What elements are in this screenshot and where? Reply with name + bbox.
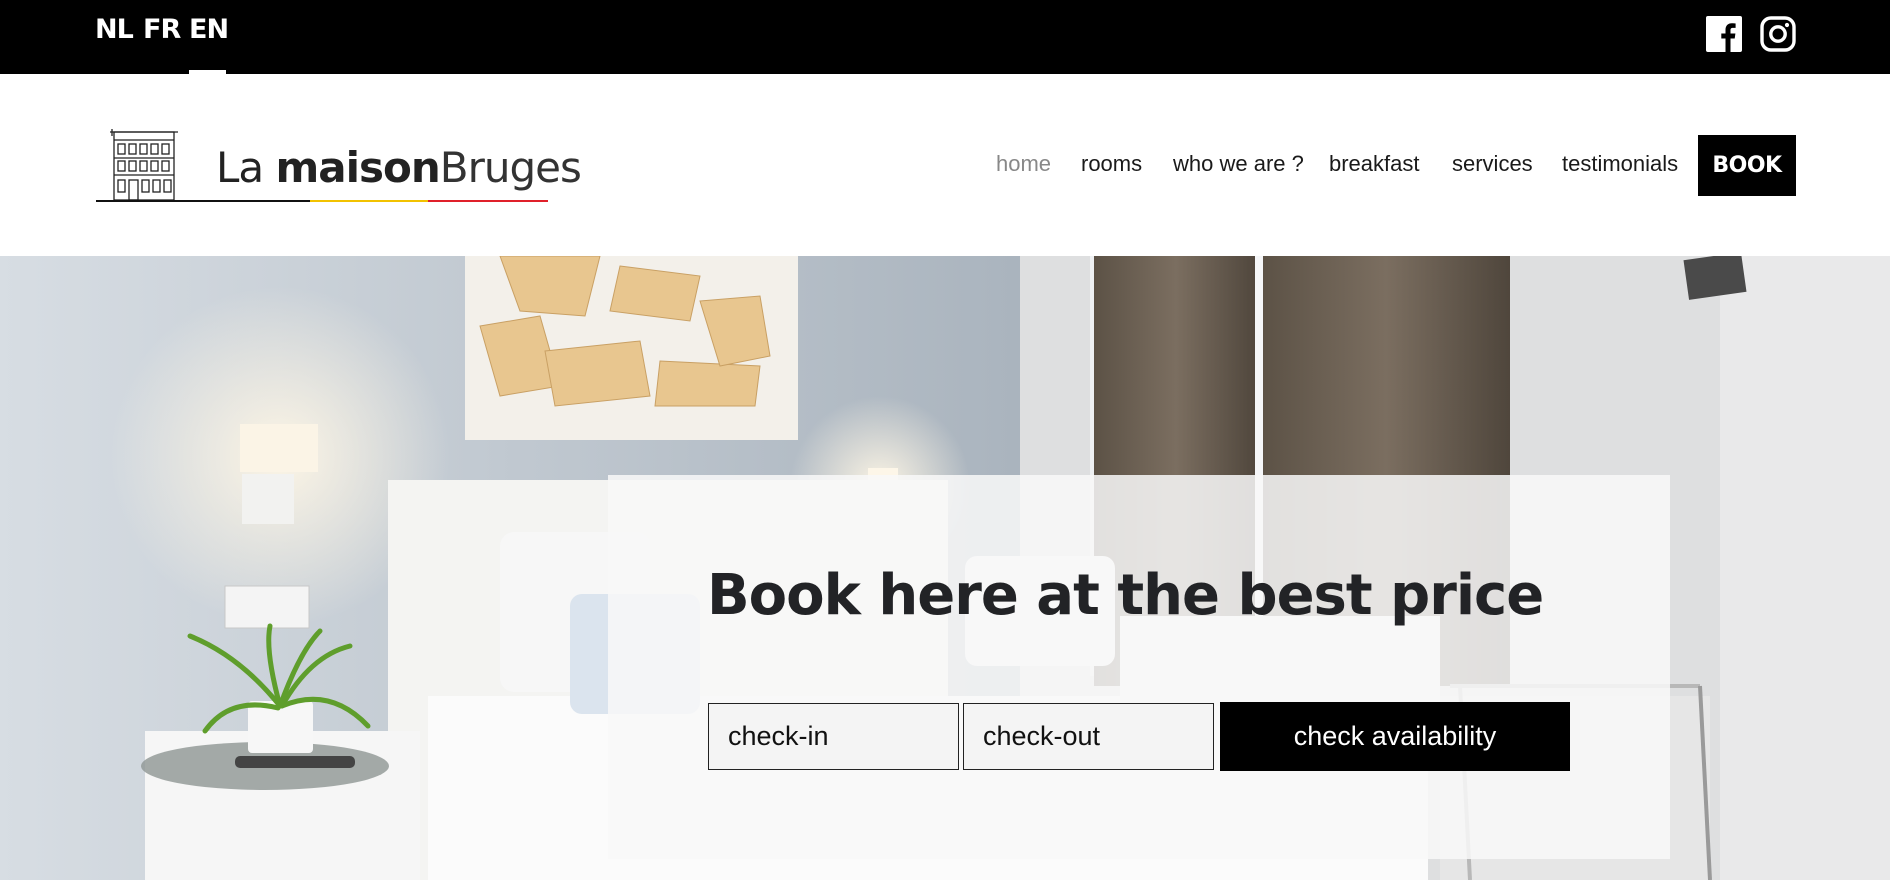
booking-panel [608,475,1670,859]
nav-breakfast[interactable]: breakfast [1329,151,1420,177]
language-en[interactable]: EN [189,14,229,45]
logo-maison: maison [275,143,441,192]
check-availability-button[interactable]: check availability [1220,702,1570,771]
nav-services[interactable]: services [1452,151,1533,177]
logo-stripe-yellow [310,200,428,202]
nav-home[interactable]: home [996,151,1051,177]
book-button[interactable]: BOOK [1698,135,1796,196]
facebook-icon[interactable] [1706,16,1742,52]
logo-bruges: Bruges [439,143,582,192]
language-fr[interactable]: FR [143,14,181,45]
nav-rooms[interactable]: rooms [1081,151,1142,177]
house-logo-icon [110,129,178,201]
language-nl[interactable]: NL [95,14,134,45]
check-out-field[interactable]: check-out [963,703,1214,770]
logo-wordmark[interactable]: La maisonBruges [216,143,582,192]
nav-who-we-are[interactable]: who we are ? [1173,151,1304,177]
booking-headline: Book here at the best price [707,563,1544,628]
check-in-field[interactable]: check-in [708,703,959,770]
logo-stripe-black [96,200,310,202]
instagram-icon[interactable] [1760,16,1796,52]
logo-stripe-red [428,200,548,202]
nav-testimonials[interactable]: testimonials [1562,151,1678,177]
logo-la: La [216,143,264,192]
top-bar: NL FR EN [0,0,1890,74]
